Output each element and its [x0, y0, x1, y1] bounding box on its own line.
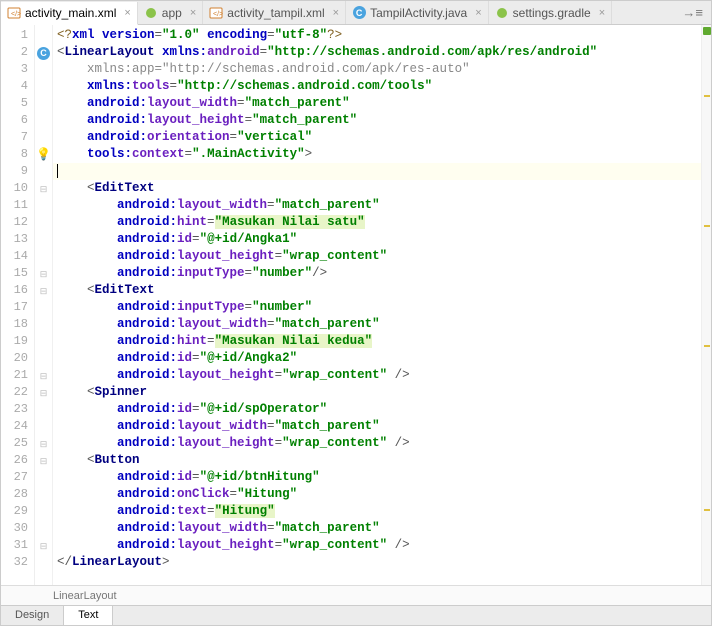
editor-tabs: </> activity_main.xml × app × </> activi… — [1, 1, 711, 25]
svg-text:</>: </> — [11, 11, 21, 18]
error-stripe[interactable] — [701, 25, 711, 585]
tab-text[interactable]: Text — [64, 606, 113, 625]
close-icon[interactable]: × — [333, 7, 339, 19]
warning-marker[interactable] — [704, 509, 710, 511]
code-editor[interactable]: 1234567891011121314151617181920212223242… — [1, 25, 711, 585]
tab-label: app — [162, 6, 182, 20]
tab-label: TampilActivity.java — [370, 6, 467, 20]
warning-marker[interactable] — [704, 225, 710, 227]
editor-mode-tabs: Design Text — [1, 605, 711, 625]
breadcrumb[interactable]: LinearLayout — [1, 585, 711, 605]
close-icon[interactable]: × — [124, 7, 130, 19]
tab-label: activity_main.xml — [25, 6, 116, 20]
tab-app[interactable]: app × — [138, 1, 203, 24]
line-number-gutter: 1234567891011121314151617181920212223242… — [1, 25, 35, 585]
tab-settings-gradle[interactable]: settings.gradle × — [489, 1, 612, 24]
breadcrumb-item[interactable]: LinearLayout — [53, 590, 117, 602]
tab-tampil-activity-java[interactable]: C TampilActivity.java × — [346, 1, 489, 24]
tab-activity-tampil[interactable]: </> activity_tampil.xml × — [203, 1, 346, 24]
close-icon[interactable]: × — [190, 7, 196, 19]
tabs-overflow-menu[interactable]: →≡ — [674, 5, 711, 20]
tab-activity-main[interactable]: </> activity_main.xml × — [1, 2, 138, 25]
gradle-file-icon — [144, 6, 158, 20]
tab-design[interactable]: Design — [1, 606, 64, 625]
code-area[interactable]: <?xml version="1.0" encoding="utf-8"?><L… — [53, 25, 701, 585]
gradle-file-icon — [495, 6, 509, 20]
warning-marker[interactable] — [704, 95, 710, 97]
xml-file-icon: </> — [209, 6, 223, 20]
warning-marker[interactable] — [704, 345, 710, 347]
xml-file-icon: </> — [7, 6, 21, 20]
close-icon[interactable]: × — [475, 7, 481, 19]
close-icon[interactable]: × — [599, 7, 605, 19]
svg-text:</>: </> — [213, 11, 223, 18]
marker-gutter: C💡⊟⊟⊟⊟⊟⊟⊟⊟ — [35, 25, 53, 585]
tab-label: activity_tampil.xml — [227, 6, 324, 20]
analysis-ok-icon — [703, 27, 711, 35]
java-class-icon: C — [352, 6, 366, 20]
tab-label: settings.gradle — [513, 6, 591, 20]
